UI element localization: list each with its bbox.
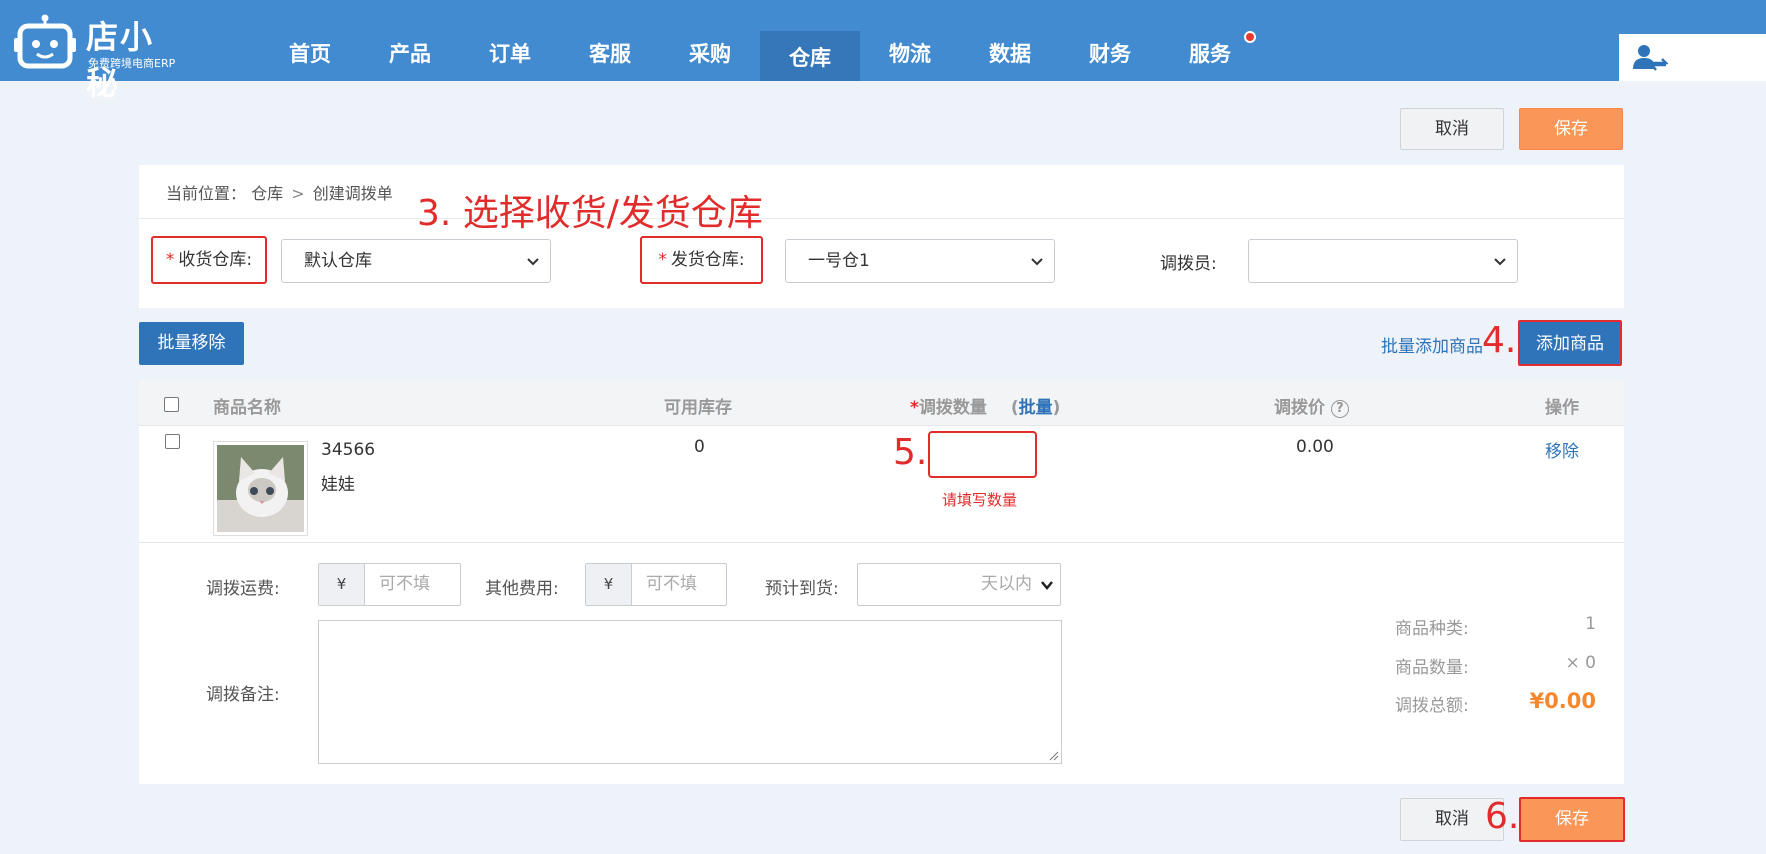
nav-item-services[interactable]: 服务	[1160, 0, 1260, 81]
qty-error-message: 请填写数量	[942, 491, 1018, 509]
help-icon[interactable]: ?	[1330, 400, 1349, 418]
user-icon	[1633, 45, 1668, 71]
select-all-checkbox[interactable]	[164, 397, 179, 412]
top-nav-bar: 店小秘 免费跨境电商ERP 首页 产品 订单 客服 采购 仓库 物流 数据 财务…	[0, 0, 1766, 102]
chevron-down-icon	[1031, 258, 1043, 266]
transfer-price: 0.00	[1296, 437, 1334, 457]
col-header-action: 操作	[1545, 398, 1579, 418]
receive-warehouse-label: * 收货仓库:	[151, 236, 267, 284]
nav-item-finance[interactable]: 财务	[1060, 0, 1160, 81]
ship-warehouse-label: * 发货仓库:	[640, 236, 763, 284]
required-mark: *	[658, 250, 667, 270]
total-value: ¥0.00	[1529, 689, 1596, 713]
batch-qty-link[interactable]: 批量	[1019, 398, 1053, 418]
add-product-button[interactable]: 添加商品	[1518, 320, 1622, 366]
chevron-down-icon	[1041, 581, 1053, 590]
table-header: 商品名称 可用库存 *调拨数量 (批量) 调拨价 ? 操作	[139, 380, 1624, 426]
required-mark: *	[165, 250, 175, 270]
card-divider	[139, 218, 1624, 219]
batch-add-products-link[interactable]: 批量添加商品	[1381, 332, 1483, 357]
col-header-stock: 可用库存	[664, 398, 732, 418]
currency-prefix: ¥	[319, 564, 365, 605]
remove-link[interactable]: 移除	[1545, 437, 1579, 462]
nav-item-data[interactable]: 数据	[960, 0, 1060, 81]
batch-open-paren: (	[1010, 398, 1019, 418]
robot-logo-icon	[14, 14, 76, 69]
product-sku: 34566	[321, 440, 376, 460]
chevron-down-icon	[527, 258, 539, 266]
ship-warehouse-label-text: 发货仓库:	[670, 250, 745, 270]
other-fee-input[interactable]: ¥ 可不填	[585, 563, 727, 606]
eta-value: 天以内	[981, 574, 1032, 594]
kinds-value: 1	[1585, 614, 1596, 634]
breadcrumb-current: 创建调拨单	[312, 184, 393, 203]
eta-select[interactable]: 天以内	[857, 563, 1061, 606]
product-thumbnail	[213, 441, 308, 536]
annotation-step4: 4.	[1482, 320, 1517, 361]
save-button-top[interactable]: 保存	[1519, 108, 1623, 150]
col-header-price: 调拨价 ?	[1274, 393, 1349, 418]
nav-item-warehouse[interactable]: 仓库	[760, 31, 860, 81]
nav-item-order[interactable]: 订单	[460, 0, 560, 81]
nav-item-service[interactable]: 客服	[560, 0, 660, 81]
batch-close-paren: )	[1052, 398, 1061, 418]
freight-placeholder: 可不填	[379, 574, 430, 594]
product-name: 娃娃	[321, 475, 355, 495]
nav-item-logistics[interactable]: 物流	[860, 0, 960, 81]
qty-value: × 0	[1565, 653, 1596, 673]
receive-warehouse-value: 默认仓库	[304, 251, 372, 271]
annotation-step6: 6.	[1485, 796, 1520, 837]
user-menu[interactable]	[1619, 34, 1766, 81]
currency-prefix: ¥	[586, 564, 632, 605]
qty-label: 商品数量:	[1395, 658, 1469, 678]
other-fee-placeholder: 可不填	[646, 574, 697, 594]
main-nav: 首页 产品 订单 客服 采购 仓库 物流 数据 财务 服务	[260, 0, 1260, 81]
breadcrumb-prefix: 当前位置：	[166, 184, 247, 203]
cancel-button-top[interactable]: 取消	[1400, 108, 1504, 150]
nav-item-home[interactable]: 首页	[260, 0, 360, 81]
breadcrumb-separator: >	[291, 184, 305, 203]
annotation-step3: 3. 选择收货/发货仓库	[417, 193, 763, 234]
transfer-qty-input[interactable]	[928, 431, 1037, 478]
notification-dot	[1244, 31, 1256, 43]
breadcrumb-warehouse[interactable]: 仓库	[251, 184, 283, 203]
col-header-qty-label: 调拨数量	[918, 398, 987, 418]
col-header-name: 商品名称	[213, 398, 281, 418]
resize-handle-icon[interactable]	[1047, 749, 1059, 761]
col-header-qty: *调拨数量 (批量)	[910, 393, 1060, 418]
ship-warehouse-value: 一号仓1	[808, 251, 870, 271]
logo[interactable]: 店小秘 免费跨境电商ERP	[14, 10, 184, 102]
clerk-select[interactable]	[1248, 239, 1518, 283]
logo-subtitle: 免费跨境电商ERP	[88, 57, 176, 70]
remark-label: 调拨备注:	[206, 685, 280, 705]
freight-input[interactable]: ¥ 可不填	[318, 563, 461, 606]
other-fee-label: 其他费用:	[485, 579, 559, 599]
batch-remove-button[interactable]: 批量移除	[139, 322, 244, 365]
row-divider	[139, 542, 1624, 543]
breadcrumb: 当前位置： 仓库 > 创建调拨单	[166, 180, 393, 204]
nav-item-product[interactable]: 产品	[360, 0, 460, 81]
remark-textarea[interactable]	[318, 620, 1062, 764]
receive-warehouse-label-text: 收货仓库:	[178, 250, 253, 270]
row-checkbox[interactable]	[165, 434, 180, 449]
eta-label: 预计到货:	[765, 579, 839, 599]
product-image	[217, 445, 304, 532]
freight-label: 调拨运费:	[206, 579, 280, 599]
required-mark: *	[910, 398, 919, 418]
kinds-label: 商品种类:	[1395, 619, 1469, 639]
clerk-label: 调拨员:	[1160, 254, 1217, 274]
nav-item-purchase[interactable]: 采购	[660, 0, 760, 81]
receive-warehouse-select[interactable]: 默认仓库	[281, 239, 551, 283]
total-label: 调拨总额:	[1395, 696, 1469, 716]
save-button-bottom[interactable]: 保存	[1519, 797, 1625, 842]
col-header-price-label: 调拨价	[1274, 398, 1325, 418]
chevron-down-icon	[1494, 258, 1506, 266]
ship-warehouse-select[interactable]: 一号仓1	[785, 239, 1055, 283]
nav-item-services-label: 服务	[1189, 42, 1231, 66]
annotation-step5: 5.	[893, 432, 928, 473]
available-stock: 0	[694, 437, 705, 457]
